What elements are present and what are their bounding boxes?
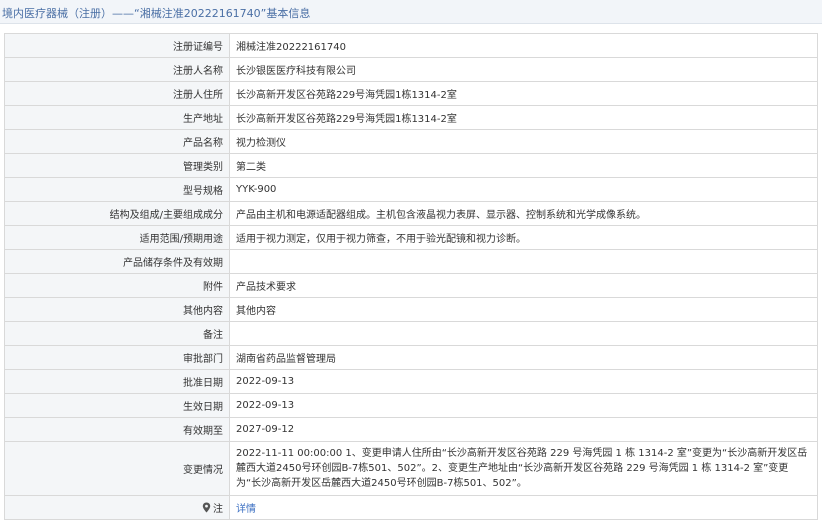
row-label: 注册人名称 bbox=[4, 57, 230, 82]
title-bar: 境内医疗器械（注册）——“湘械注准20222161740”基本信息 bbox=[0, 0, 822, 24]
row-value: 2027-09-12 bbox=[229, 417, 818, 442]
table-row: 型号规格 YYK-900 bbox=[4, 177, 818, 202]
table-row: 产品名称 视力检测仪 bbox=[4, 129, 818, 154]
table-row: 注册人名称 长沙银医医疗科技有限公司 bbox=[4, 57, 818, 82]
table-row: 变更情况 2022-11-11 00:00:00 1、变更申请人住所由“长沙高新… bbox=[4, 441, 818, 496]
row-label: 产品名称 bbox=[4, 129, 230, 154]
table-row: 其他内容 其他内容 bbox=[4, 297, 818, 322]
row-value: 视力检测仪 bbox=[229, 129, 818, 154]
row-label: 注册证编号 bbox=[4, 33, 230, 58]
row-label: 适用范围/预期用途 bbox=[4, 225, 230, 250]
row-label: 批准日期 bbox=[4, 369, 230, 394]
row-value: 长沙高新开发区谷苑路229号海凭园1栋1314-2室 bbox=[229, 81, 818, 106]
row-value: 长沙银医医疗科技有限公司 bbox=[229, 57, 818, 82]
table-row: 生产地址 长沙高新开发区谷苑路229号海凭园1栋1314-2室 bbox=[4, 105, 818, 130]
table-row: 产品储存条件及有效期 bbox=[4, 249, 818, 274]
page-title: 境内医疗器械（注册）——“湘械注准20222161740”基本信息 bbox=[2, 7, 311, 20]
row-value: 适用于视力测定，仅用于视力筛查，不用于验光配镜和视力诊断。 bbox=[229, 225, 818, 250]
row-label: 注册人住所 bbox=[4, 81, 230, 106]
row-value: 湖南省药品监督管理局 bbox=[229, 345, 818, 370]
note-label: 注 bbox=[213, 503, 223, 515]
row-value: 2022-11-11 00:00:00 1、变更申请人住所由“长沙高新开发区谷苑… bbox=[229, 441, 818, 496]
row-value: 产品技术要求 bbox=[229, 273, 818, 298]
table-row: 批准日期 2022-09-13 bbox=[4, 369, 818, 394]
table-row: 生效日期 2022-09-13 bbox=[4, 393, 818, 418]
row-value: YYK-900 bbox=[229, 177, 818, 202]
row-value bbox=[229, 249, 818, 274]
table-row: 有效期至 2027-09-12 bbox=[4, 417, 818, 442]
row-label: 其他内容 bbox=[4, 297, 230, 322]
row-value: 2022-09-13 bbox=[229, 393, 818, 418]
row-label: 生效日期 bbox=[4, 393, 230, 418]
row-value: 2022-09-13 bbox=[229, 369, 818, 394]
row-label: 产品储存条件及有效期 bbox=[4, 249, 230, 274]
table-row: 管理类别 第二类 bbox=[4, 153, 818, 178]
row-value: 长沙高新开发区谷苑路229号海凭园1栋1314-2室 bbox=[229, 105, 818, 130]
row-label: 生产地址 bbox=[4, 105, 230, 130]
row-label: 备注 bbox=[4, 321, 230, 346]
note-label-cell: 注 bbox=[4, 495, 230, 520]
row-label: 附件 bbox=[4, 273, 230, 298]
row-value: 湘械注准20222161740 bbox=[229, 33, 818, 58]
table-row: 附件 产品技术要求 bbox=[4, 273, 818, 298]
row-label: 变更情况 bbox=[4, 441, 230, 496]
row-label: 有效期至 bbox=[4, 417, 230, 442]
table-row: 备注 bbox=[4, 321, 818, 346]
note-value-cell: 详情 bbox=[229, 495, 818, 520]
row-label: 型号规格 bbox=[4, 177, 230, 202]
table-row: 注册证编号 湘械注准20222161740 bbox=[4, 33, 818, 58]
table-row: 注册人住所 长沙高新开发区谷苑路229号海凭园1栋1314-2室 bbox=[4, 81, 818, 106]
row-value bbox=[229, 321, 818, 346]
table-row: 结构及组成/主要组成成分 产品由主机和电源适配器组成。主机包含液晶视力表屏、显示… bbox=[4, 201, 818, 226]
row-label: 管理类别 bbox=[4, 153, 230, 178]
map-pin-icon bbox=[202, 502, 211, 512]
table-row: 审批部门 湖南省药品监督管理局 bbox=[4, 345, 818, 370]
row-value: 产品由主机和电源适配器组成。主机包含液晶视力表屏、显示器、控制系统和光学成像系统… bbox=[229, 201, 818, 226]
table-row: 适用范围/预期用途 适用于视力测定，仅用于视力筛查，不用于验光配镜和视力诊断。 bbox=[4, 225, 818, 250]
row-label: 结构及组成/主要组成成分 bbox=[4, 201, 230, 226]
row-value: 其他内容 bbox=[229, 297, 818, 322]
device-info-table: 注册证编号 湘械注准20222161740 注册人名称 长沙银医医疗科技有限公司… bbox=[4, 33, 818, 520]
table-row-note: 注 详情 bbox=[4, 495, 818, 520]
row-value: 第二类 bbox=[229, 153, 818, 178]
details-link[interactable]: 详情 bbox=[236, 504, 256, 515]
row-label: 审批部门 bbox=[4, 345, 230, 370]
